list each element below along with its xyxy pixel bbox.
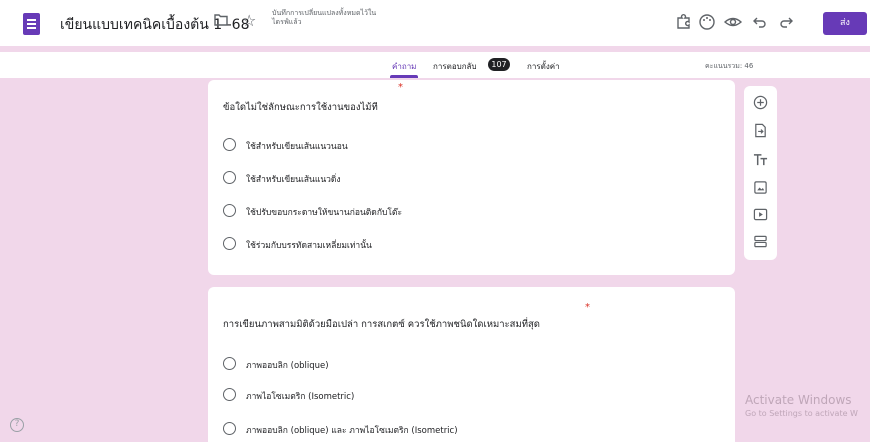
forms-app-icon[interactable] <box>23 13 40 35</box>
tab-questions[interactable]: คำถาม <box>392 60 416 73</box>
top-bar: เขียนแบบเทคนิคเบื้องต้น 1 -68 ☆ บันทึกกา… <box>0 0 870 46</box>
option-label: ใช้ปรับขอบกระดาษให้ขนานก่อนติดกับโต๊ะ <box>246 208 403 218</box>
option-label: ภาพไอโซเมตริก (Isometric) <box>246 392 355 402</box>
radio-button[interactable] <box>223 204 236 217</box>
folder-icon[interactable] <box>214 14 228 26</box>
send-button[interactable]: ส่ง <box>823 12 867 35</box>
undo-icon[interactable] <box>750 12 770 32</box>
add-image-icon[interactable] <box>753 180 768 195</box>
question-card[interactable]: * การเขียนภาพสามมิติด้วยมือเปล่า การสเกต… <box>208 287 735 442</box>
add-section-icon[interactable] <box>753 234 768 249</box>
add-title-text-icon[interactable] <box>753 152 768 167</box>
total-score: คะแนนรวม: 46 <box>705 62 754 70</box>
import-questions-icon[interactable] <box>753 123 768 138</box>
option-label: ภาพออบลิก (oblique) และ ภาพไอโซเมตริก (I… <box>246 426 458 436</box>
option-label: ใช้สำหรับเขียนเส้นแนวนอน <box>246 142 348 152</box>
required-asterisk: * <box>585 302 590 313</box>
redo-icon[interactable] <box>776 12 796 32</box>
watermark-subtitle: Go to Settings to activate W <box>745 409 858 418</box>
radio-button[interactable] <box>223 237 236 250</box>
question-title: การเขียนภาพสามมิติด้วยมือเปล่า การสเกตซ์… <box>223 319 540 330</box>
question-toolbar <box>744 86 777 260</box>
palette-icon[interactable] <box>697 12 717 32</box>
question-card[interactable]: * ข้อใดไม่ใช่ลักษณะการใช้งานของไม้ที ใช้… <box>208 80 735 275</box>
question-title: ข้อใดไม่ใช่ลักษณะการใช้งานของไม้ที <box>223 102 378 113</box>
preview-eye-icon[interactable] <box>723 12 743 32</box>
addon-puzzle-icon[interactable] <box>674 12 694 32</box>
add-video-icon[interactable] <box>753 207 768 222</box>
option-label: ใช้ร่วมกับบรรทัดสามเหลี่ยมเท่านั้น <box>246 241 372 251</box>
tab-responses[interactable]: การตอบกลับ <box>433 60 477 73</box>
watermark-title: Activate Windows <box>745 393 852 407</box>
tabs-row: คำถาม การตอบกลับ 107 การตั้งค่า คะแนนรวม… <box>0 52 870 78</box>
radio-button[interactable] <box>223 171 236 184</box>
active-tab-indicator <box>390 75 418 78</box>
save-status: บันทึกการเปลี่ยนแปลงทั้งหมดไว้ในไดรฟ์แล้… <box>272 9 377 26</box>
radio-button[interactable] <box>223 357 236 370</box>
activate-windows-watermark: Activate Windows Go to Settings to activ… <box>745 393 858 418</box>
star-icon[interactable]: ☆ <box>242 11 256 30</box>
responses-count-badge: 107 <box>488 58 510 71</box>
add-question-icon[interactable] <box>753 95 768 110</box>
tab-settings[interactable]: การตั้งค่า <box>527 60 560 73</box>
option-label: ใช้สำหรับเขียนเส้นแนวดิ่ง <box>246 175 341 185</box>
help-icon[interactable]: ? <box>10 418 24 432</box>
option-label: ภาพออบลิก (oblique) <box>246 361 329 371</box>
radio-button[interactable] <box>223 422 236 435</box>
radio-button[interactable] <box>223 138 236 151</box>
radio-button[interactable] <box>223 388 236 401</box>
required-asterisk: * <box>398 82 403 93</box>
